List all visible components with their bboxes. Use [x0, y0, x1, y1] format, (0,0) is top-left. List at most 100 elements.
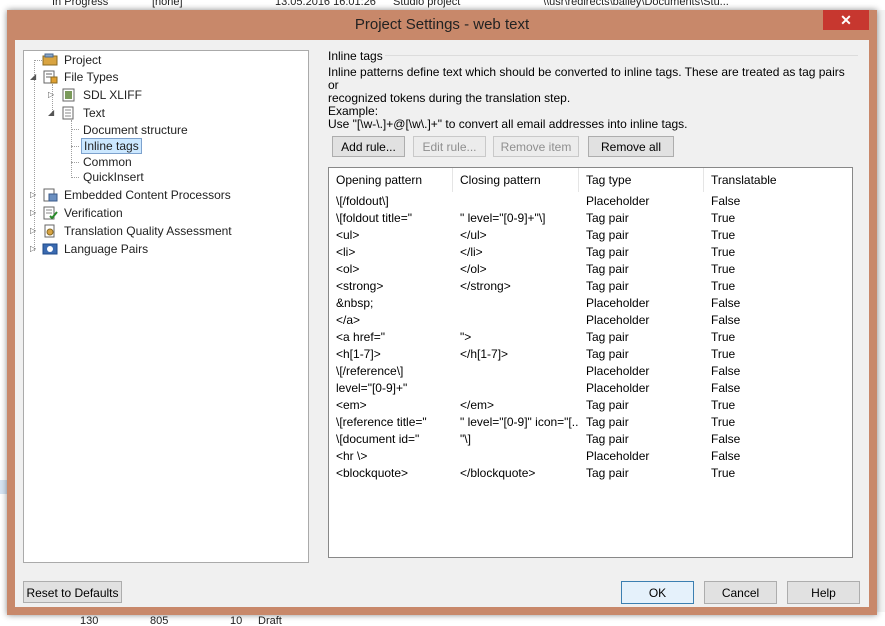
tree-item-translation-quality-assessment[interactable]: ▷ Translation Quality Assessment [30, 223, 234, 239]
example-text: Use "[\w-\.]+@[\w\.]+" to convert all em… [328, 117, 688, 131]
bg-date: 13.05.2016 16:01:26 [275, 0, 376, 8]
description-line: recognized tokens during the translation… [328, 91, 571, 105]
collapsed-arrow-icon[interactable]: ▷ [48, 87, 57, 103]
cell-translatable: True [711, 398, 736, 412]
cell-opening-pattern: <a href=" [336, 330, 385, 344]
tree-item-text[interactable]: ◢ Text [48, 105, 107, 121]
bg-status: Draft [258, 615, 282, 626]
inline-tags-grid[interactable]: Opening pattern Closing pattern Tag type… [328, 167, 853, 558]
description: Inline patterns define text which should… [328, 66, 848, 131]
tree-item-quickinsert[interactable]: QuickInsert [81, 169, 146, 185]
tree-item-label: Text [83, 106, 106, 120]
table-row[interactable]: level="[0-9]+" Placeholder False [329, 380, 852, 397]
background-right-strip [877, 10, 885, 616]
tree-item-label: Document structure [83, 123, 188, 137]
help-button[interactable]: Help [787, 581, 860, 604]
collapsed-arrow-icon[interactable]: ▷ [30, 223, 39, 239]
embedded-icon [43, 188, 58, 202]
cell-opening-pattern: \[/reference\] [336, 364, 404, 378]
section-title: Inline tags [328, 49, 383, 63]
project-icon [42, 53, 58, 66]
edit-rule-button[interactable]: Edit rule... [413, 136, 486, 157]
cell-tag-type: Placeholder [586, 296, 650, 310]
table-row[interactable]: <ol> </ol> Tag pair True [329, 261, 852, 278]
table-row[interactable]: &nbsp; Placeholder False [329, 295, 852, 312]
remove-all-button[interactable]: Remove all [588, 136, 674, 157]
table-row[interactable]: <em> </em> Tag pair True [329, 397, 852, 414]
tree-item-document-structure[interactable]: Document structure [81, 122, 190, 138]
verification-icon [43, 206, 58, 220]
cell-translatable: False [711, 296, 741, 310]
tree-item-label: File Types [64, 70, 119, 84]
tree-item-verification[interactable]: ▷ Verification [30, 205, 125, 221]
collapsed-arrow-icon[interactable]: ▷ [30, 241, 39, 257]
tree-item-inline-tags[interactable]: Inline tags [81, 138, 142, 154]
collapsed-arrow-icon[interactable]: ▷ [30, 187, 39, 203]
bg-number: 130 [80, 615, 99, 626]
remove-item-button[interactable]: Remove item [493, 136, 579, 157]
tree-item-label: QuickInsert [83, 170, 144, 184]
tree-item-file-types[interactable]: ◢ File Types [30, 69, 120, 85]
tree-item-sdl-xliff[interactable]: ▷ SDL XLIFF [48, 87, 144, 103]
cell-translatable: True [711, 415, 736, 429]
cell-opening-pattern: <hr \> [336, 449, 368, 463]
cell-tag-type: Placeholder [586, 364, 650, 378]
close-button[interactable]: ✕ [823, 10, 869, 30]
cell-closing-pattern: </blockquote> [460, 466, 536, 480]
cell-translatable: False [711, 313, 741, 327]
bg-number: 805 [150, 615, 169, 626]
project-settings-dialog: Project Settings - web text ✕ Project ◢ … [7, 10, 877, 615]
cell-translatable: False [711, 194, 741, 208]
cell-tag-type: Tag pair [586, 398, 629, 412]
table-row[interactable]: <hr \> Placeholder False [329, 448, 852, 465]
cell-tag-type: Tag pair [586, 228, 629, 242]
tree-item-project[interactable]: Project [42, 52, 103, 68]
ok-button[interactable]: OK [621, 581, 694, 604]
cell-closing-pattern [453, 193, 579, 210]
bg-status: In Progress [52, 0, 109, 8]
language-pairs-icon [42, 243, 58, 255]
table-row[interactable]: \[/foldout\] Placeholder False [329, 193, 852, 210]
table-row[interactable]: <strong> </strong> Tag pair True [329, 278, 852, 295]
cell-tag-type: Tag pair [586, 245, 629, 259]
collapsed-arrow-icon[interactable]: ▷ [30, 205, 39, 221]
tree-item-common[interactable]: Common [81, 154, 134, 170]
cell-tag-type: Tag pair [586, 279, 629, 293]
table-row[interactable]: <li> </li> Tag pair True [329, 244, 852, 261]
table-row[interactable]: <a href=" "> Tag pair True [329, 329, 852, 346]
bg-type: Studio project [393, 0, 461, 8]
expanded-arrow-icon[interactable]: ◢ [30, 69, 39, 85]
table-row[interactable]: \[document id=" "\] Tag pair False [329, 431, 852, 448]
tree-item-label: Embedded Content Processors [64, 188, 231, 202]
table-row[interactable]: <blockquote> </blockquote> Tag pair True [329, 465, 852, 482]
dialog-title: Project Settings - web text [354, 16, 530, 33]
tree-connector [71, 129, 79, 130]
expanded-arrow-icon[interactable]: ◢ [48, 105, 57, 121]
column-header-translatable[interactable]: Translatable [704, 168, 851, 192]
column-header-tag-type[interactable]: Tag type [579, 168, 704, 192]
cancel-button[interactable]: Cancel [704, 581, 777, 604]
cell-closing-pattern [453, 312, 579, 329]
table-row[interactable]: <ul> </ul> Tag pair True [329, 227, 852, 244]
tree-item-label: Project [64, 53, 102, 67]
table-row[interactable]: <h[1-7]> </h[1-7]> Tag pair True [329, 346, 852, 363]
cell-tag-type: Placeholder [586, 313, 650, 327]
add-rule-button[interactable]: Add rule... [332, 136, 405, 157]
column-header-opening-pattern[interactable]: Opening pattern [329, 168, 453, 192]
settings-tree[interactable]: Project ◢ File Types ▷ SDL XLIFF ◢ Text … [23, 50, 309, 563]
cell-opening-pattern: </a> [336, 313, 361, 327]
reset-to-defaults-button[interactable]: Reset to Defaults [23, 581, 122, 603]
column-header-closing-pattern[interactable]: Closing pattern [453, 168, 579, 192]
cell-tag-type: Tag pair [586, 262, 629, 276]
table-row[interactable]: \[foldout title=" " level="[0-9]+"\] Tag p… [329, 210, 852, 227]
title-bar[interactable]: Project Settings - web text ✕ [7, 10, 877, 40]
cell-closing-pattern: </li> [460, 245, 483, 259]
tree-item-language-pairs[interactable]: ▷ Language Pairs [30, 241, 150, 257]
tree-item-embedded-content-processors[interactable]: ▷ Embedded Content Processors [30, 187, 233, 203]
table-row[interactable]: \[reference title=" " level="[0-9]" icon=… [329, 414, 852, 431]
cell-opening-pattern: &nbsp; [336, 296, 374, 310]
table-row[interactable]: </a> Placeholder False [329, 312, 852, 329]
table-row[interactable]: \[/reference\] Placeholder False [329, 363, 852, 380]
bg-path: \\usr\redirects\bailey\Documents\Stu... [543, 0, 729, 8]
cell-closing-pattern: " level="[0-9]" icon="[... [460, 415, 579, 429]
